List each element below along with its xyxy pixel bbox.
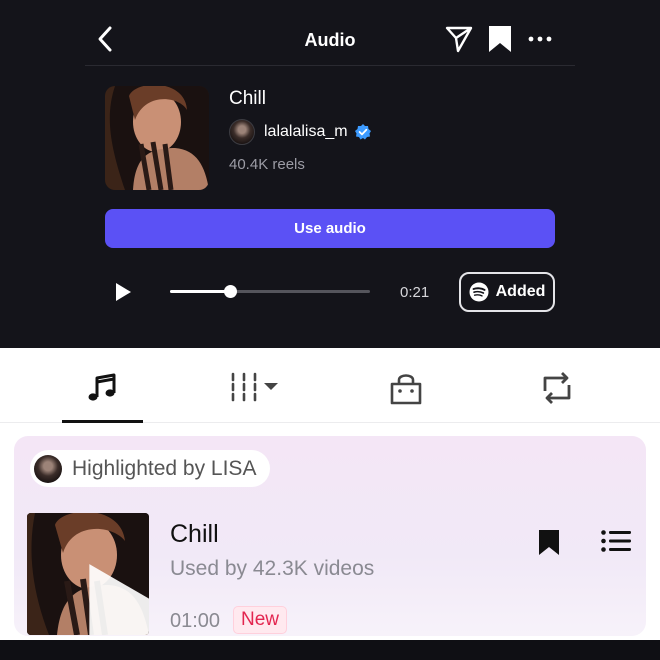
artist-name[interactable]: lalalalisa_m — [264, 123, 348, 141]
highlighted-by-pill[interactable]: Highlighted by LISA — [30, 450, 271, 487]
audio-progress-slider[interactable] — [170, 285, 370, 298]
shopping-bag-icon — [390, 374, 422, 405]
list-icon[interactable] — [601, 530, 631, 552]
progress-knob[interactable] — [224, 285, 237, 298]
highlight-card: Highlighted by LISA Chill Used by 42.3K … — [14, 436, 646, 636]
bars-dropdown-icon — [231, 372, 278, 402]
track-usage-count: Used by 42.3K videos — [170, 557, 375, 580]
tab-music[interactable] — [62, 348, 143, 423]
audio-header-panel: Audio Chill lalalalisa_m 40.4K reels Use… — [0, 0, 660, 348]
tab-shop[interactable] — [385, 348, 425, 423]
highlighted-by-label: Highlighted by LISA — [72, 456, 257, 480]
progress-fill — [170, 290, 230, 293]
album-cover — [105, 86, 209, 190]
bookmark-icon[interactable] — [488, 25, 512, 53]
more-horizontal-icon[interactable] — [528, 30, 552, 48]
track-duration: 01:00 — [170, 610, 221, 632]
use-audio-button[interactable]: Use audio — [105, 209, 555, 248]
content-tabs — [0, 348, 660, 423]
playback-time: 0:21 — [400, 284, 430, 301]
music-note-icon — [88, 373, 116, 401]
avatar — [34, 454, 62, 483]
track-title[interactable]: Chill — [170, 520, 219, 549]
spotify-icon — [469, 282, 489, 302]
play-icon[interactable] — [113, 282, 133, 302]
tab-bars[interactable] — [225, 348, 285, 423]
artist-avatar[interactable] — [229, 119, 255, 145]
tab-repost[interactable] — [535, 348, 580, 423]
verified-badge-icon — [354, 124, 371, 140]
spotify-added-button[interactable]: Added — [459, 272, 555, 312]
top-navbar: Audio — [85, 0, 575, 66]
bookmark-icon[interactable] — [538, 529, 560, 556]
song-title: Chill — [229, 88, 266, 109]
track-cover[interactable] — [27, 513, 149, 635]
repost-icon — [543, 372, 571, 404]
highlight-section: Highlighted by LISA Chill Used by 42.3K … — [0, 423, 660, 640]
paper-plane-icon[interactable] — [445, 25, 473, 53]
added-label: Added — [495, 283, 546, 300]
audio-page: Audio Chill lalalalisa_m 40.4K reels Use… — [0, 0, 660, 660]
artist-row[interactable]: lalalalisa_m — [229, 118, 371, 146]
play-icon[interactable] — [75, 557, 149, 635]
reels-count: 40.4K reels — [229, 156, 305, 173]
new-badge: New — [233, 606, 288, 634]
bottom-strip — [0, 640, 660, 660]
